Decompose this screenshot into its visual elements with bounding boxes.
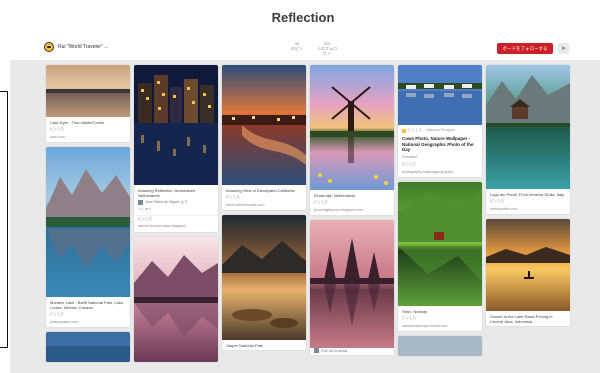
pin-image[interactable] bbox=[46, 65, 130, 117]
pin-mountain-lake[interactable] bbox=[134, 236, 218, 362]
pin-partial-bottom[interactable] bbox=[398, 336, 482, 356]
pin-source[interactable]: mao.com bbox=[46, 135, 130, 143]
pin-column-5: ピンした ...National Geograp... Cows Photo, … bbox=[398, 65, 482, 361]
pin-description: Kinderdijk, Netherlands bbox=[314, 193, 356, 198]
pin-image[interactable] bbox=[46, 332, 130, 362]
pin-source-label: ピンした ...National Geograp... bbox=[408, 128, 458, 132]
pin-image[interactable] bbox=[310, 220, 394, 348]
board-stats: 30 のピン 320 人のフォロワ ー bbox=[286, 41, 338, 56]
pin-credit[interactable]: Juan Pablo de Miguel より bbox=[134, 200, 218, 207]
pin-save-label: ピンした bbox=[50, 127, 65, 131]
pin-column-1: Lake Eyre - Theo Allofs/Corbis ピンした mao.… bbox=[46, 65, 130, 367]
pin-column-6: Lago dei Predil, Friuli-Venezia Giulia, … bbox=[486, 65, 570, 331]
pin-description: Moraine Lake - Banff National Park, Lake… bbox=[50, 300, 124, 310]
pin-description: Sunset at the Lake Rawa Pening in Centra… bbox=[490, 314, 553, 324]
send-icon: ➤ bbox=[560, 46, 567, 52]
user-avatar-icon bbox=[314, 348, 319, 353]
pin-credit[interactable]: Fine Art America bbox=[310, 348, 394, 355]
pin-save-label: ピンした bbox=[226, 195, 241, 199]
pin-lago-preit[interactable]: Lago dei Predil, Friuli-Venezia Giulia, … bbox=[486, 65, 570, 214]
follower-count-label: 人のフォロワ ー bbox=[317, 46, 337, 56]
pin-kinderdijk[interactable]: Kinderdijk, Netherlands ピンした jenusmighty… bbox=[310, 65, 394, 215]
pin-rawa-pening[interactable]: Sunset at the Lake Rawa Pening in Centra… bbox=[486, 219, 570, 326]
pin-source[interactable]: pinspopulars.com bbox=[46, 320, 130, 328]
pin-image[interactable] bbox=[134, 236, 218, 362]
pin-image[interactable] bbox=[398, 182, 482, 306]
pin-column-2: Amazing Reflection, Amsterdam Netherland… bbox=[134, 65, 218, 367]
pin-meta: Friesland bbox=[402, 154, 417, 159]
pin-save-label: ピンした bbox=[314, 200, 329, 204]
pin-image[interactable] bbox=[486, 219, 570, 311]
pin-description: Amazing View of Disneyland California bbox=[226, 188, 295, 193]
user-avatar-icon bbox=[138, 200, 143, 205]
pin-image[interactable] bbox=[398, 65, 482, 125]
pin-column-3: Amazing View of Disneyland California ピン… bbox=[222, 65, 306, 355]
pin-description: Stryn, Norway bbox=[402, 309, 428, 314]
owner-name[interactable]: Rui "World Traveler" ... bbox=[58, 44, 108, 50]
pin-source[interactable]: wanderlustscape.tumblr.com bbox=[398, 324, 482, 332]
pin-stryn[interactable]: Stryn, Norway ピンした wanderlustscape.tumbl… bbox=[398, 182, 482, 331]
page: Reflection Rui "World Traveler" ... 30 の… bbox=[0, 0, 606, 373]
pin-save-label: ピンした bbox=[50, 312, 65, 316]
pin-image[interactable] bbox=[486, 65, 570, 189]
pin-temple[interactable]: Fine Art America bbox=[310, 220, 394, 355]
selection-frame-bottom bbox=[0, 347, 8, 348]
pin-description: Cows Photo, Nature Wallpaper - National … bbox=[402, 136, 474, 152]
pin-likes: 1 い ♥ 4 bbox=[138, 207, 151, 211]
pin-moraine-lake[interactable]: Moraine Lake - Banff National Park, Lake… bbox=[46, 147, 130, 327]
pin-image[interactable] bbox=[134, 65, 218, 185]
source-icon bbox=[402, 128, 406, 133]
pin-save-label: ピンした bbox=[134, 214, 218, 225]
pin-source[interactable]: aterveli-korean-stars.blogspot... bbox=[134, 224, 218, 232]
follower-count-stat[interactable]: 320 人のフォロワ ー bbox=[316, 41, 338, 56]
pin-image[interactable] bbox=[310, 65, 394, 190]
avatar[interactable] bbox=[44, 42, 54, 52]
pin-save-label: ピンした bbox=[490, 199, 505, 203]
pin-count-stat[interactable]: 30 のピン bbox=[286, 41, 308, 56]
pin-image[interactable] bbox=[398, 336, 482, 356]
pin-source[interactable]: photography.nationalgeographic... bbox=[398, 170, 482, 178]
pin-save-label: ピンした bbox=[402, 316, 417, 320]
pin-source[interactable]: jenusmightyourn.blogspot.com bbox=[310, 208, 394, 216]
pin-grid: Lake Eyre - Theo Allofs/Corbis ピンした mao.… bbox=[10, 60, 600, 373]
pin-save-label: ピンした bbox=[402, 162, 417, 166]
pin-credit-text: Fine Art America bbox=[321, 348, 348, 353]
pin-lake-partial[interactable] bbox=[46, 332, 130, 362]
page-title: Reflection bbox=[271, 10, 335, 25]
selection-frame-side bbox=[7, 91, 8, 348]
pin-source-header[interactable]: ピンした ...National Geograp... bbox=[398, 125, 482, 133]
pin-image[interactable] bbox=[222, 215, 306, 340]
pin-description: Lake Eyre - Theo Allofs/Corbis bbox=[50, 120, 104, 125]
pin-column-4: Kinderdijk, Netherlands ピンした jenusmighty… bbox=[310, 65, 394, 360]
pin-image[interactable] bbox=[46, 147, 130, 297]
pin-description: Lago dei Predil, Friuli-Venezia Giulia, … bbox=[490, 192, 565, 197]
pin-disneyland[interactable]: Amazing View of Disneyland California ピン… bbox=[222, 65, 306, 210]
pin-source[interactable]: erstacpoffee.com bbox=[486, 207, 570, 215]
pin-lake-eyre[interactable]: Lake Eyre - Theo Allofs/Corbis ピンした mao.… bbox=[46, 65, 130, 142]
board-owner[interactable]: Rui "World Traveler" ... bbox=[44, 42, 108, 52]
pin-amsterdam[interactable]: Amazing Reflection, Amsterdam Netherland… bbox=[134, 65, 218, 232]
pin-credit-text: Juan Pablo de Miguel より bbox=[145, 200, 188, 204]
follow-board-button[interactable]: ボードをフォローする bbox=[497, 43, 553, 54]
pin-image[interactable] bbox=[222, 65, 306, 185]
pin-jasper[interactable]: Jasper National Park bbox=[222, 215, 306, 350]
pin-cows[interactable]: ピンした ...National Geograp... Cows Photo, … bbox=[398, 65, 482, 177]
pin-source[interactable]: travel-afternoontalk.com bbox=[222, 203, 306, 211]
pin-count-label: のピン bbox=[291, 46, 303, 51]
send-button[interactable]: ➤ bbox=[558, 43, 569, 54]
pin-description: Amazing Reflection, Amsterdam Netherland… bbox=[138, 188, 195, 198]
board-header: Rui "World Traveler" ... 30 のピン 320 人のフォ… bbox=[10, 38, 600, 60]
pin-description: Jasper National Park bbox=[226, 343, 264, 348]
